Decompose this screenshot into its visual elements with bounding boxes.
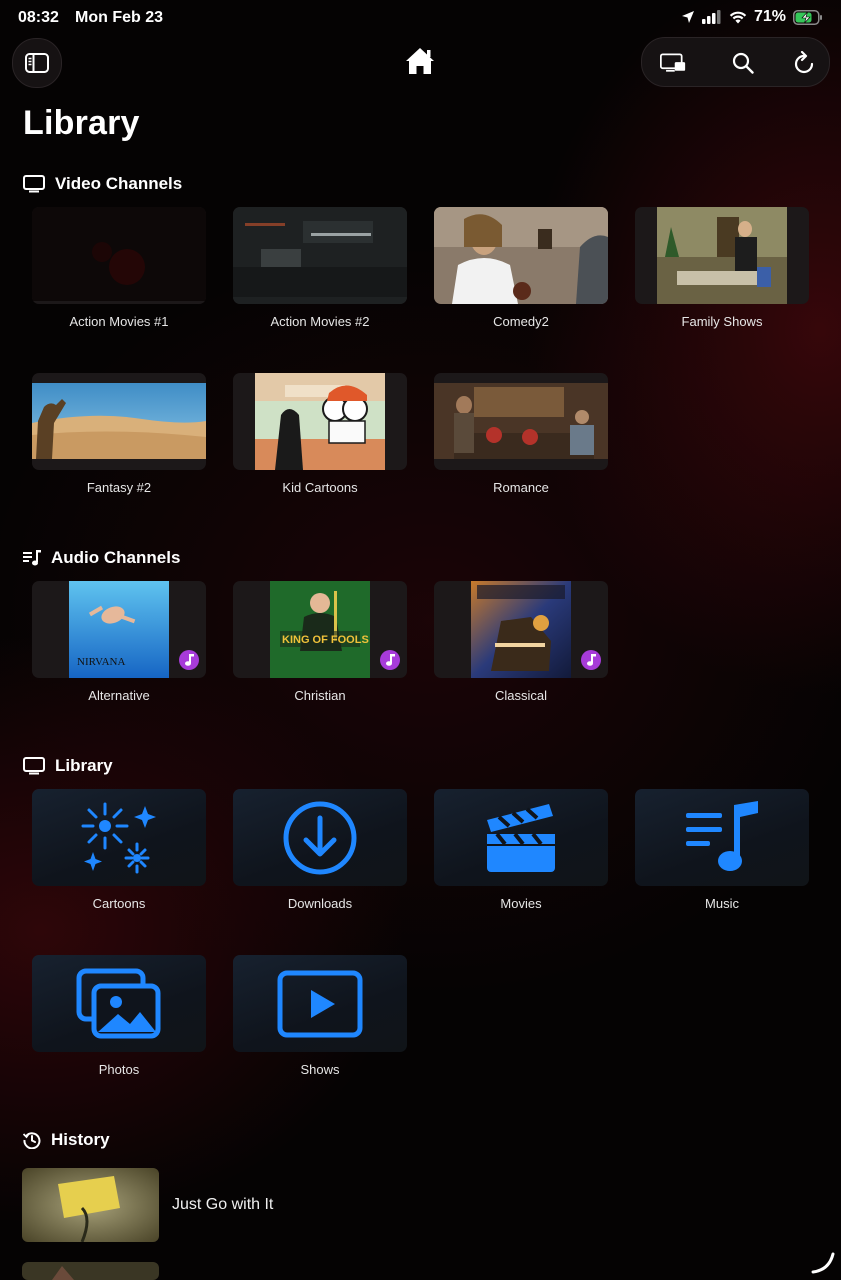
section-header-library: Library — [23, 754, 113, 778]
library-label: Movies — [500, 896, 542, 911]
status-time: 08:32 — [18, 9, 59, 26]
svg-text:KING OF FOOLS: KING OF FOOLS — [282, 634, 369, 646]
channel-label: Action Movies #1 — [69, 314, 169, 329]
history-item[interactable] — [22, 1168, 159, 1242]
battery-charging-icon — [793, 9, 822, 25]
history-thumbnail — [22, 1262, 159, 1280]
status-indicators: 71% — [681, 8, 823, 26]
library-tile-movies[interactable] — [434, 789, 608, 886]
sidebar-toggle-icon — [25, 53, 49, 73]
library-tile-downloads[interactable] — [233, 789, 407, 886]
history-item-title: Just Go with It — [172, 1196, 274, 1213]
cast-button[interactable] — [660, 50, 686, 76]
clock-history-icon — [23, 1132, 41, 1149]
audio-label: Alternative — [88, 688, 150, 703]
album-art: NIRVANA — [69, 581, 169, 678]
channel-tile-kid-cartoons[interactable] — [233, 373, 407, 470]
section-title: Audio Channels — [51, 548, 181, 567]
channel-label: Romance — [493, 480, 549, 495]
sparkles-icon — [81, 802, 156, 873]
channel-tile-fantasy-2[interactable] — [32, 373, 206, 470]
page-title: Library — [23, 104, 140, 142]
audio-tile-alternative[interactable]: NIRVANA — [32, 581, 206, 678]
tv-icon — [23, 757, 45, 775]
photos-icon — [76, 968, 161, 1038]
wifi-icon — [729, 11, 747, 24]
download-circle-icon — [283, 801, 357, 874]
history-item[interactable] — [22, 1262, 159, 1280]
refresh-button[interactable] — [791, 50, 817, 76]
music-list-icon — [686, 800, 758, 871]
refresh-icon — [794, 51, 814, 74]
sidebar-toggle-button[interactable] — [12, 38, 62, 88]
library-screen: 08:32 Mon Feb 23 71% Library Video Chann… — [0, 0, 841, 1280]
music-note-icon — [587, 654, 596, 666]
location-arrow-icon — [681, 11, 694, 23]
battery-percentage: 71% — [753, 8, 786, 25]
channel-label: Family Shows — [681, 314, 763, 329]
library-label: Shows — [300, 1062, 340, 1077]
music-note-icon — [386, 654, 395, 666]
channel-thumbnail — [255, 373, 385, 470]
music-note-icon — [185, 654, 194, 666]
channel-thumbnail — [657, 207, 787, 304]
album-art: KING OF FOOLS — [270, 581, 370, 678]
channel-thumbnail — [434, 383, 608, 459]
section-title: History — [51, 1130, 110, 1149]
section-title: Video Channels — [55, 174, 183, 193]
toolbar-pill — [641, 37, 830, 87]
audio-tile-classical[interactable] — [434, 581, 608, 678]
audio-tile-christian[interactable]: KING OF FOOLS — [233, 581, 407, 678]
channel-tile-action-movies-1[interactable] — [32, 207, 206, 304]
house-icon — [406, 48, 434, 74]
music-list-icon — [23, 550, 41, 566]
channel-tile-action-movies-2[interactable] — [233, 207, 407, 304]
clapperboard-icon — [487, 803, 555, 872]
play-rectangle-icon — [277, 970, 363, 1037]
audio-badge — [380, 650, 400, 670]
album-art — [471, 581, 571, 678]
library-label: Downloads — [287, 896, 353, 911]
section-header-video-channels: Video Channels — [23, 172, 182, 196]
magnifier-icon — [732, 52, 754, 74]
library-tile-music[interactable] — [635, 789, 809, 886]
channel-thumbnail — [32, 383, 206, 459]
channel-label: Fantasy #2 — [86, 480, 152, 495]
channel-tile-family-shows[interactable] — [635, 207, 809, 304]
audio-badge — [179, 650, 199, 670]
svg-text:NIRVANA: NIRVANA — [77, 656, 125, 668]
channel-tile-romance[interactable] — [434, 373, 608, 470]
channel-tile-comedy2[interactable] — [434, 207, 608, 304]
library-tile-photos[interactable] — [32, 955, 206, 1052]
status-date: Mon Feb 23 — [75, 9, 164, 26]
resize-corner-icon — [811, 1252, 835, 1274]
section-title: Library — [55, 756, 113, 775]
channel-thumbnail — [32, 207, 206, 304]
audio-badge — [581, 650, 601, 670]
channel-thumbnail — [233, 207, 407, 304]
status-bar: 08:32 Mon Feb 23 71% — [0, 0, 841, 36]
history-thumbnail — [22, 1168, 159, 1242]
channel-thumbnail — [434, 207, 608, 304]
section-header-audio-channels: Audio Channels — [23, 546, 180, 570]
library-tile-shows[interactable] — [233, 955, 407, 1052]
library-tile-cartoons[interactable] — [32, 789, 206, 886]
library-label: Cartoons — [92, 896, 146, 911]
section-header-history: History — [23, 1128, 110, 1152]
home-button[interactable] — [404, 46, 436, 78]
library-label: Photos — [98, 1062, 140, 1077]
channel-label: Comedy2 — [493, 314, 549, 329]
audio-label: Christian — [294, 688, 346, 703]
audio-label: Classical — [494, 688, 547, 703]
cellular-signal-icon — [701, 10, 721, 24]
search-button[interactable] — [730, 50, 756, 76]
library-label: Music — [705, 896, 739, 911]
screen-cast-icon — [660, 53, 686, 72]
channel-label: Kid Cartoons — [282, 480, 358, 495]
tv-icon — [23, 175, 45, 193]
channel-label: Action Movies #2 — [270, 314, 370, 329]
